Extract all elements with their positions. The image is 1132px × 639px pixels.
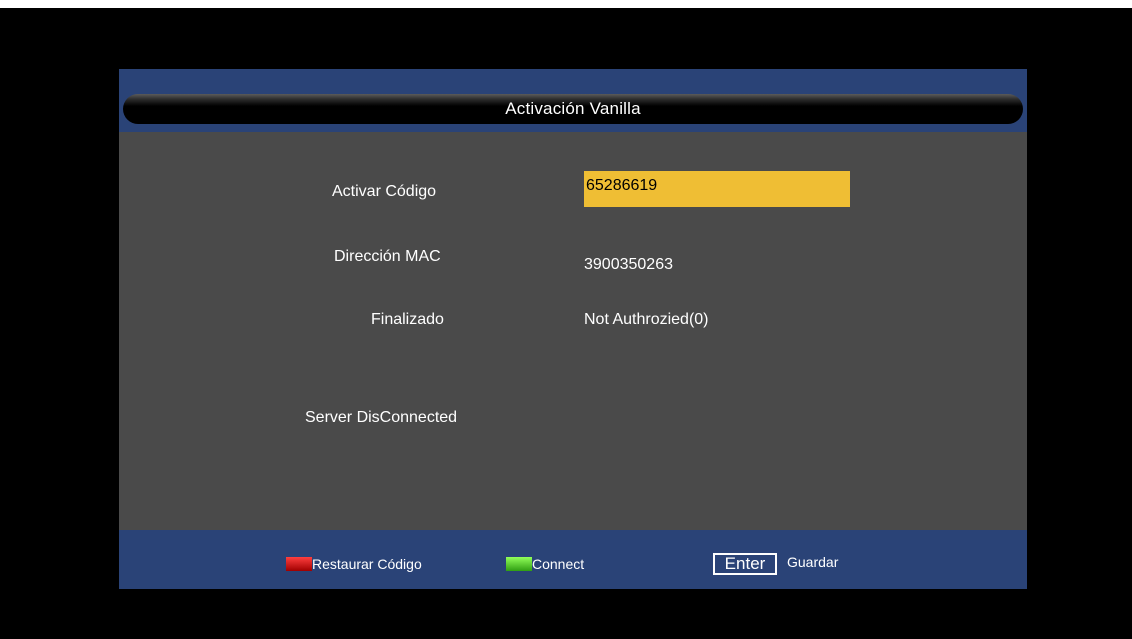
activation-dialog: Activación Vanilla Activar Código 652866… [119, 69, 1027, 589]
activation-code-label: Activar Código [332, 183, 437, 200]
red-color-key-icon [286, 557, 312, 571]
connect-button[interactable]: Connect [506, 554, 606, 574]
save-label: Guardar [787, 554, 839, 570]
connect-label: Connect [532, 556, 585, 572]
finalized-label: Finalizado [371, 311, 444, 328]
dialog-header: Activación Vanilla [119, 69, 1027, 132]
dialog-footer: Restaurar Código Connect Enter Guardar [119, 530, 1027, 589]
activation-code-input[interactable]: 65286619 [584, 171, 850, 207]
mac-address-value: 3900350263 [584, 256, 673, 273]
mac-address-label: Dirección MAC [334, 248, 441, 265]
tv-screen: Activación Vanilla Activar Código 652866… [0, 0, 1132, 639]
authorization-status-value: Not Authrozied(0) [584, 311, 709, 328]
restore-code-button[interactable]: Restaurar Código [286, 554, 446, 574]
title-bar: Activación Vanilla [123, 94, 1023, 124]
top-border [0, 0, 1132, 8]
enter-key-button[interactable]: Enter [713, 553, 777, 575]
dialog-title: Activación Vanilla [505, 99, 641, 118]
server-status-text: Server DisConnected [305, 409, 458, 426]
restore-code-label: Restaurar Código [312, 556, 422, 572]
green-color-key-icon [506, 557, 532, 571]
